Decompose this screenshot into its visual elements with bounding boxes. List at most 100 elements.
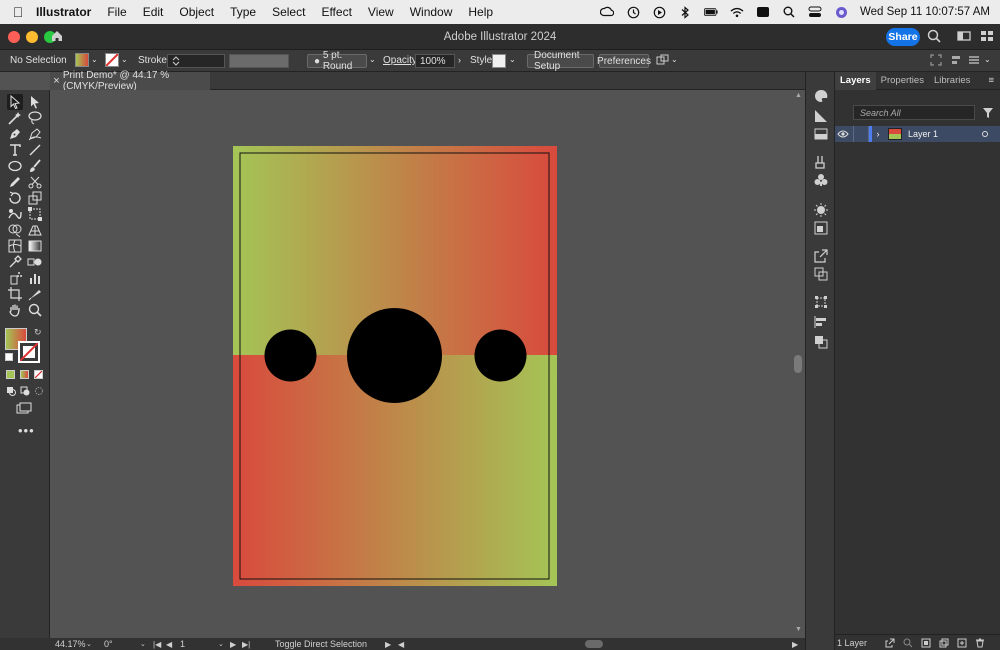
delete-layer-icon[interactable] [975,638,985,648]
column-graph-tool-icon[interactable] [27,270,43,286]
isolation-mode-icon[interactable] [930,54,942,66]
home-icon[interactable] [50,29,66,45]
menu-window[interactable]: Window [402,5,461,19]
clipping-mask-icon[interactable] [921,638,931,648]
rotation-dropdown-chevron-icon[interactable]: ⌄ [140,640,146,648]
type-tool-icon[interactable] [7,142,23,158]
color-guide-icon[interactable] [813,108,829,124]
align-panel-icon[interactable] [813,314,829,330]
last-artboard-icon[interactable]: ▶| [242,640,250,649]
close-tab-icon[interactable]: × [50,75,63,87]
swap-fill-stroke-icon[interactable]: ↻ [34,327,42,338]
none-mode-button[interactable] [34,370,43,379]
perspective-grid-tool-icon[interactable] [27,222,43,238]
variable-width-profile[interactable] [229,54,289,68]
zoom-level[interactable]: 44.17% [55,639,86,649]
lasso-tool-icon[interactable] [27,110,43,126]
align-icon[interactable] [950,54,962,66]
menu-help[interactable]: Help [460,5,501,19]
shape-builder-tool-icon[interactable] [7,222,23,238]
color-palette-icon[interactable] [813,88,829,104]
symbol-sprayer-tool-icon[interactable] [7,270,23,286]
arrange-documents-icon[interactable] [957,29,973,45]
panel-toggle-icon[interactable] [968,54,980,66]
swatches-icon[interactable] [813,126,829,142]
hand-tool-icon[interactable] [7,302,23,318]
opacity-expand-icon[interactable]: › [458,55,461,65]
transform-icon[interactable] [656,54,670,66]
rotation-value[interactable]: 0° [104,639,113,649]
menu-select[interactable]: Select [264,5,313,19]
control-center-icon[interactable] [808,5,822,19]
new-sublayer-icon[interactable] [939,638,949,648]
pen-tool-icon[interactable] [7,126,23,142]
horizontal-scroll-thumb[interactable] [585,640,603,648]
large-center-circle[interactable] [347,308,442,403]
artboards-icon[interactable] [813,266,829,282]
time-machine-icon[interactable] [626,5,640,19]
scale-tool-icon[interactable] [27,190,43,206]
line-segment-tool-icon[interactable] [27,142,43,158]
layer-target-icon[interactable] [982,131,988,137]
artboard-tool-icon[interactable] [7,286,23,302]
artboard-dropdown-chevron-icon[interactable]: ⌄ [218,640,224,648]
eyedropper-tool-icon[interactable] [7,254,23,270]
draw-behind-icon[interactable] [20,386,30,396]
graphic-styles-icon[interactable] [813,220,829,236]
scroll-down-icon[interactable]: ▼ [795,626,802,633]
opacity-input[interactable]: 100% [415,54,455,68]
pencil-tool-icon[interactable] [7,174,23,190]
paintbrush-tool-icon[interactable] [27,158,43,174]
color-mode-button[interactable] [6,370,15,379]
draw-inside-icon[interactable] [34,386,44,396]
warp-tool-icon[interactable] [7,206,23,222]
menu-edit[interactable]: Edit [135,5,172,19]
document-setup-button[interactable]: Document Setup [527,50,594,72]
wifi-icon[interactable] [730,5,744,19]
artboard[interactable] [233,146,557,586]
direct-selection-tool-icon[interactable] [27,94,43,110]
export-icon[interactable] [813,248,829,264]
stroke-weight-input[interactable] [167,54,225,68]
menu-type[interactable]: Type [222,5,264,19]
collect-export-icon[interactable] [885,638,895,648]
small-left-circle[interactable] [264,329,317,382]
tab-properties[interactable]: Properties [876,72,929,90]
blend-tool-icon[interactable] [27,254,43,270]
symbols-icon[interactable] [813,172,829,188]
style-dropdown-chevron-icon[interactable]: ⌄ [509,55,516,64]
screen-mode-icon[interactable] [16,402,32,414]
free-transform-tool-icon[interactable] [27,206,43,222]
minimize-window-button[interactable] [26,30,38,43]
menu-app[interactable]: Illustrator [36,5,99,19]
gradient-tool-icon[interactable] [27,238,43,254]
scroll-up-icon[interactable]: ▲ [795,92,802,99]
selection-tool-icon[interactable] [7,94,23,110]
filter-icon[interactable] [982,107,994,119]
document-tab[interactable]: × Print Demo* @ 44.17 % (CMYK/Preview) [50,70,210,92]
visibility-eye-icon[interactable] [837,129,853,139]
layer-row[interactable]: › Layer 1 [835,126,1000,142]
fill-dropdown-chevron-icon[interactable]: ⌄ [91,55,98,64]
expand-layer-chevron-icon[interactable]: › [872,129,884,139]
brush-definition[interactable]: ● 5 pt. Round [307,50,367,72]
battery-icon[interactable] [704,5,718,19]
lock-toggle[interactable] [853,126,869,142]
edit-toolbar-icon[interactable]: ••• [18,423,35,438]
search-icon[interactable] [927,29,943,45]
status-menu-icon[interactable]: ▶ [385,640,391,649]
transform-panel-icon[interactable] [813,294,829,310]
previous-artboard-icon[interactable]: ◀ [166,640,172,649]
creative-cloud-icon[interactable] [600,5,614,19]
locate-object-icon[interactable] [903,638,913,648]
draw-normal-icon[interactable] [6,386,16,396]
tab-libraries[interactable]: Libraries [929,72,975,90]
zoom-dropdown-chevron-icon[interactable]: ⌄ [86,640,92,648]
stroke-dropdown-chevron-icon[interactable]: ⌄ [121,55,128,64]
magic-wand-tool-icon[interactable] [7,110,23,126]
layer-search-input[interactable]: Search All [853,105,975,120]
play-icon[interactable] [652,5,666,19]
layer-name[interactable]: Layer 1 [908,129,938,139]
graphic-style-swatch[interactable] [492,54,506,68]
transform-dropdown-chevron-icon[interactable]: ⌄ [671,55,678,64]
